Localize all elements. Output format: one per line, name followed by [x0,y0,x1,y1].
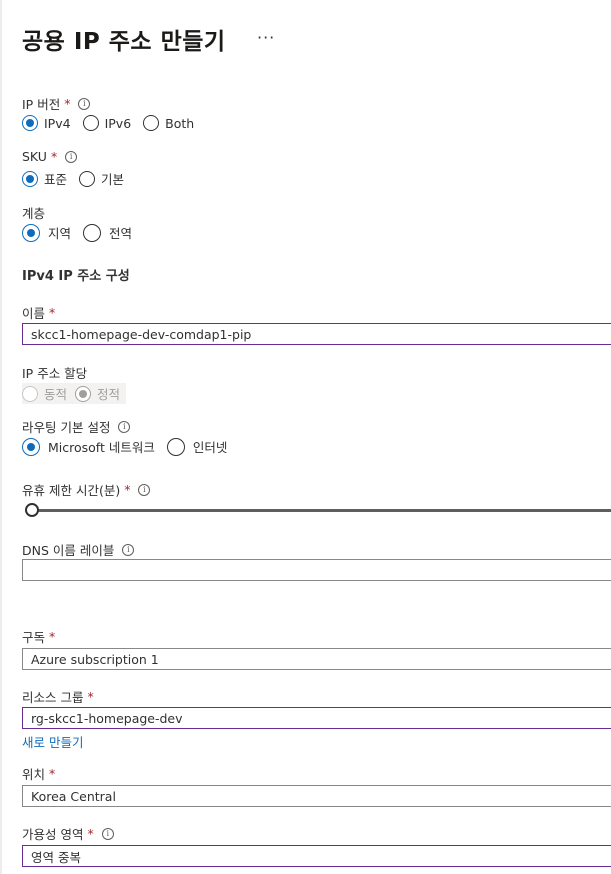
routing-label: 라우팅 기본 설정 i [22,417,131,436]
tier-label-text: 계층 [22,206,46,221]
assignment-label: IP 주소 할당 [22,363,87,382]
tier-radio-group: 지역 전역 [22,223,144,242]
required-mark: * [49,629,56,644]
radio-circle-selected[interactable] [22,437,40,456]
radio-label: 인터넷 [192,440,228,455]
info-icon[interactable]: i [118,420,131,433]
radio-circle-selected[interactable] [22,170,38,187]
sku-label-text: SKU [22,149,47,164]
info-icon[interactable]: i [138,483,151,496]
panel-left-edge [0,0,2,874]
resource-group-select[interactable]: rg-skcc1-homepage-dev [22,707,611,729]
location-label: 위치 * [22,764,55,783]
required-mark: * [87,826,94,841]
radio-label: 전역 [109,226,133,241]
subscription-value: Azure subscription 1 [31,651,159,667]
radio-circle[interactable] [143,115,160,131]
zone-label: 가용성 영역 * i [22,824,114,843]
idle-timeout-label-text: 유휴 제한 시간(분) [22,483,121,498]
idle-timeout-label: 유휴 제한 시간(분) * i [22,480,151,499]
radio-circle-selected [75,385,92,402]
radio-global[interactable]: 전역 [83,223,132,242]
zone-value: 영역 중복 [31,849,81,865]
required-mark: * [49,766,56,781]
info-icon[interactable]: i [122,543,135,556]
radio-circle[interactable] [82,115,99,131]
radio-label: 정적 [97,387,121,402]
resource-group-label: 리소스 그룹 * [22,687,94,706]
required-mark: * [49,305,56,320]
radio-label: IPv4 [44,115,71,131]
radio-circle[interactable] [83,223,102,242]
ip-version-radio-group: IPv4 IPv6 Both [22,115,206,131]
location-label-text: 위치 [22,767,46,782]
idle-timeout-slider-track[interactable] [30,509,611,512]
name-input[interactable]: skcc1-homepage-dev-comdap1-pip [22,323,611,345]
subscription-label: 구독 * [22,627,55,646]
radio-label: 기본 [101,172,125,187]
dns-input[interactable] [22,559,611,581]
resource-group-value: rg-skcc1-homepage-dev [31,710,183,726]
assignment-disabled-area: 동적 정적 [22,383,127,404]
ip-version-label: IP 버전 * i [22,94,91,113]
idle-timeout-slider-thumb[interactable] [25,503,39,517]
radio-standard[interactable]: 표준 [22,169,67,188]
routing-label-text: 라우팅 기본 설정 [22,420,111,435]
radio-circle-selected[interactable] [22,115,38,131]
required-mark: * [50,149,58,164]
location-select[interactable]: Korea Central [22,785,611,807]
radio-dynamic: 동적 [22,384,67,403]
sku-label: SKU * i [22,149,78,164]
dns-label: DNS 이름 레이블 i [22,540,135,559]
section-title: IPv4 IP 주소 구성 [22,269,130,284]
radio-basic[interactable]: 기본 [79,169,124,188]
sku-radio-group: 표준 기본 [22,169,136,188]
name-label: 이름 * [22,303,55,322]
radio-ipv6[interactable]: IPv6 [82,115,132,131]
tier-label: 계층 [22,203,45,222]
zone-select[interactable]: 영역 중복 [22,845,611,867]
radio-circle-selected[interactable] [22,223,40,242]
info-icon[interactable]: i [101,827,114,840]
radio-internet[interactable]: 인터넷 [166,437,228,456]
name-label-text: 이름 [22,306,46,321]
routing-radio-group: Microsoft 네트워크 인터넷 [22,437,239,456]
required-mark: * [124,482,131,497]
radio-circle[interactable] [79,170,96,187]
radio-microsoft-network[interactable]: Microsoft 네트워크 [22,437,155,456]
radio-label: 표준 [44,172,68,187]
radio-ipv4[interactable]: IPv4 [22,115,71,131]
name-input-value: skcc1-homepage-dev-comdap1-pip [31,326,252,342]
create-new-link[interactable]: 새로 만들기 [22,732,83,751]
ip-version-label-text: IP 버전 [22,97,61,112]
radio-label: 동적 [44,387,68,402]
radio-label: Microsoft 네트워크 [48,440,155,455]
ellipsis-icon[interactable]: ··· [257,28,275,47]
radio-circle [22,385,38,402]
radio-circle[interactable] [166,437,185,456]
assignment-radio-group: 동적 정적 [22,383,127,404]
subscription-label-text: 구독 [22,630,46,645]
location-value: Korea Central [31,788,116,804]
radio-label: IPv6 [104,115,132,131]
subscription-select[interactable]: Azure subscription 1 [22,648,611,670]
zone-label-text: 가용성 영역 [22,827,84,842]
dns-label-text: DNS 이름 레이블 [22,543,115,558]
info-icon[interactable]: i [65,150,78,163]
resource-group-label-text: 리소스 그룹 [22,690,84,705]
assignment-label-text: IP 주소 할당 [22,366,88,381]
radio-both[interactable]: Both [143,115,194,131]
radio-label: Both [165,115,195,131]
info-icon[interactable]: i [78,97,91,110]
required-mark: * [64,96,71,111]
radio-label: 지역 [48,226,72,241]
radio-regional[interactable]: 지역 [22,223,71,242]
page-title: 공용 IP 주소 만들기 [22,29,226,55]
required-mark: * [87,689,94,704]
radio-static: 정적 [75,384,120,403]
